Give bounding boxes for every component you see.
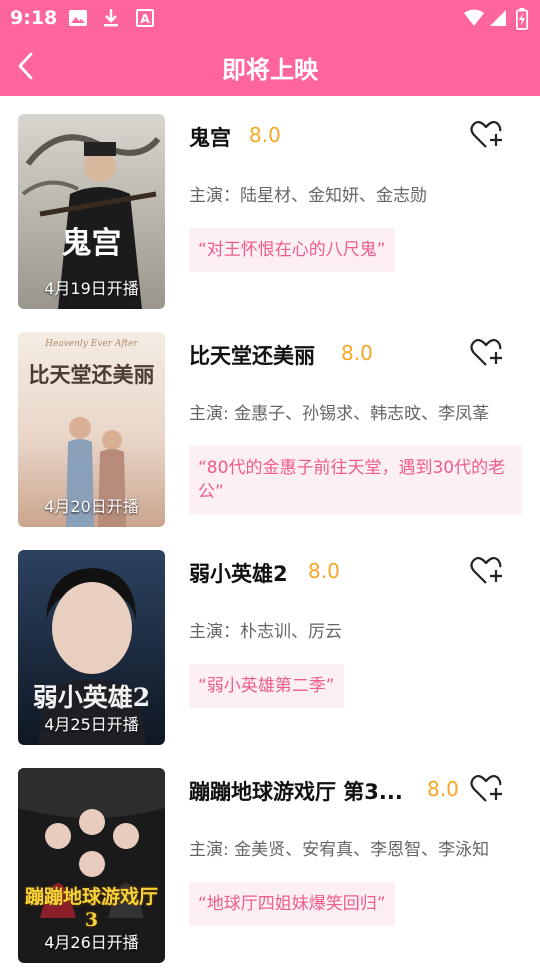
favorite-add-icon[interactable] bbox=[470, 120, 504, 150]
release-date: 4月25日开播 bbox=[44, 715, 139, 734]
movie-poster[interactable]: 弱小英雄2 4月25日开播 bbox=[18, 550, 165, 745]
movie-quote: “80代的金惠子前往天堂，遇到30代的老公” bbox=[189, 446, 522, 514]
poster-title: 弱小英雄2 bbox=[32, 683, 151, 712]
movie-title[interactable]: 比天堂还美丽 bbox=[189, 340, 315, 370]
image-icon bbox=[68, 8, 88, 32]
movie-quote: “弱小英雄第二季” bbox=[189, 664, 344, 708]
movie-score: 8.0 bbox=[427, 777, 459, 801]
movie-poster[interactable]: Heavenly Ever After 比天堂还美丽 4月20日开播 bbox=[18, 332, 165, 527]
movie-title[interactable]: 蹦蹦地球游戏厅 第3... bbox=[189, 776, 417, 806]
movie-cast: 主演: 金美贤、安宥真、李恩智、李泳知 bbox=[189, 840, 490, 860]
movie-cast: 主演: 金惠子、孙锡求、韩志旼、李凤莑 bbox=[189, 404, 490, 424]
movie-item[interactable]: Heavenly Ever After 比天堂还美丽 4月20日开播 比天堂还美… bbox=[0, 314, 540, 532]
release-date: 4月26日开播 bbox=[44, 933, 139, 952]
svg-text:A: A bbox=[140, 12, 150, 26]
movie-score: 8.0 bbox=[249, 123, 281, 147]
status-bar: 9:18 A bbox=[0, 0, 540, 36]
movie-item[interactable]: 弱小英雄2 4月25日开播 弱小英雄2 8.0 主演：朴志训、厉云 “弱小英雄第… bbox=[0, 532, 540, 750]
movie-quote: “对王怀恨在心的八尺鬼” bbox=[189, 228, 395, 272]
status-time: 9:18 bbox=[10, 7, 58, 29]
poster-title: 比天堂还美丽 bbox=[28, 362, 155, 387]
poster-subtitle: Heavenly Ever After bbox=[45, 339, 138, 349]
favorite-add-icon[interactable] bbox=[470, 556, 504, 586]
movie-item[interactable]: 鬼宫 4月19日开播 鬼宫 8.0 主演：陆星材、金知妍、金志勋 “对王怀恨在心… bbox=[0, 96, 540, 314]
movie-quote: “地球厅四姐妹爆笑回归” bbox=[189, 882, 395, 926]
battery-icon bbox=[515, 8, 529, 34]
release-date: 4月20日开播 bbox=[44, 497, 139, 516]
movie-item[interactable]: 蹦蹦地球游戏厅3 4月26日开播 蹦蹦地球游戏厅 第3... 8.0 主演: 金… bbox=[0, 750, 540, 968]
poster-title: 鬼宫 bbox=[61, 226, 122, 261]
a-icon: A bbox=[136, 8, 154, 32]
movie-poster[interactable]: 蹦蹦地球游戏厅3 4月26日开播 bbox=[18, 768, 165, 963]
poster-title: 蹦蹦地球游戏厅3 bbox=[24, 886, 158, 931]
movie-title[interactable]: 鬼宫 bbox=[189, 122, 231, 152]
release-date: 4月19日开播 bbox=[44, 279, 139, 298]
movie-title[interactable]: 弱小英雄2 bbox=[189, 558, 288, 588]
movie-list: 鬼宫 4月19日开播 鬼宫 8.0 主演：陆星材、金知妍、金志勋 “对王怀恨在心… bbox=[0, 96, 540, 968]
movie-score: 8.0 bbox=[341, 341, 373, 365]
movie-cast: 主演：陆星材、金知妍、金志勋 bbox=[189, 186, 427, 206]
favorite-add-icon[interactable] bbox=[470, 338, 504, 368]
movie-poster[interactable]: 鬼宫 4月19日开播 bbox=[18, 114, 165, 309]
app-bar: 即将上映 bbox=[0, 36, 540, 96]
download-icon bbox=[102, 8, 120, 32]
movie-score: 8.0 bbox=[308, 559, 340, 583]
page-title: 即将上映 bbox=[222, 56, 318, 84]
movie-cast: 主演：朴志训、厉云 bbox=[189, 622, 342, 642]
wifi-icon bbox=[463, 8, 485, 32]
signal-icon bbox=[489, 8, 507, 32]
favorite-add-icon[interactable] bbox=[470, 774, 504, 804]
